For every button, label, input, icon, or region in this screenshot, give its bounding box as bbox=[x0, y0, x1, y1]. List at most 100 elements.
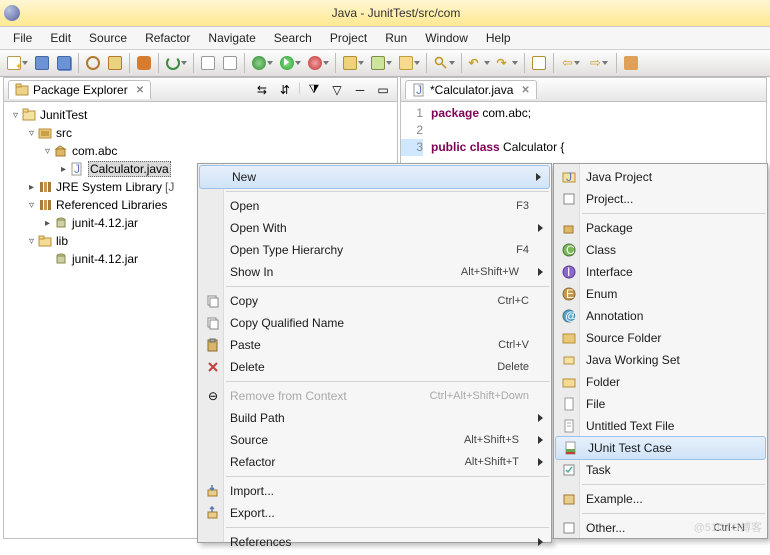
new-file[interactable]: File bbox=[554, 393, 767, 415]
toolbar-btn[interactable] bbox=[198, 53, 218, 73]
pin-button[interactable] bbox=[621, 53, 641, 73]
menu-file[interactable]: File bbox=[4, 29, 41, 47]
new-project[interactable]: Project... bbox=[554, 188, 767, 210]
menu-copy[interactable]: CopyCtrl+C bbox=[198, 290, 551, 312]
search-button[interactable] bbox=[431, 53, 457, 73]
toolbar-btn[interactable] bbox=[529, 53, 549, 73]
package-explorer-tab[interactable]: Package Explorer ✕ bbox=[8, 80, 151, 99]
interface-icon: I bbox=[558, 265, 580, 279]
folder-icon bbox=[558, 375, 580, 389]
export-icon bbox=[202, 506, 224, 520]
context-menu[interactable]: New OpenF3 Open With Open Type Hierarchy… bbox=[197, 163, 552, 543]
save-all-button[interactable] bbox=[54, 53, 74, 73]
new-package-button[interactable] bbox=[340, 53, 366, 73]
new-class-button[interactable] bbox=[368, 53, 394, 73]
svg-text:J: J bbox=[74, 162, 80, 176]
new-source-folder[interactable]: Source Folder bbox=[554, 327, 767, 349]
new-untitled-file[interactable]: Untitled Text File bbox=[554, 415, 767, 437]
package-icon bbox=[558, 221, 580, 235]
new-junit-test-case[interactable]: JUnit Test Case bbox=[555, 436, 766, 460]
menu-edit[interactable]: Edit bbox=[41, 29, 80, 47]
menu-open-type-hierarchy[interactable]: Open Type HierarchyF4 bbox=[198, 239, 551, 261]
svg-text:I: I bbox=[567, 265, 570, 279]
menu-paste[interactable]: PasteCtrl+V bbox=[198, 334, 551, 356]
menu-help[interactable]: Help bbox=[477, 29, 520, 47]
new-interface[interactable]: IInterface bbox=[554, 261, 767, 283]
new-submenu[interactable]: JJava Project Project... Package CClass … bbox=[553, 163, 768, 539]
jar-icon bbox=[53, 215, 69, 231]
new-task[interactable]: Task bbox=[554, 459, 767, 481]
other-icon bbox=[558, 521, 580, 535]
menu-window[interactable]: Window bbox=[416, 29, 477, 47]
junit-icon bbox=[560, 441, 582, 455]
code-area[interactable]: package com.abc; public class Calculator… bbox=[431, 102, 564, 156]
task-icon bbox=[558, 463, 580, 477]
back-button[interactable]: ⇦ bbox=[558, 53, 584, 73]
code-editor[interactable]: 1 2 3 package com.abc; public class Calc… bbox=[401, 102, 766, 156]
menu-remove-context: ⊖Remove from ContextCtrl+Alt+Shift+Down bbox=[198, 385, 551, 407]
new-enum[interactable]: EEnum bbox=[554, 283, 767, 305]
close-tab-icon[interactable]: ✕ bbox=[521, 85, 529, 96]
run-ext-button[interactable] bbox=[305, 53, 331, 73]
menu-search[interactable]: Search bbox=[265, 29, 321, 47]
new-folder[interactable]: Folder bbox=[554, 371, 767, 393]
svg-text:J: J bbox=[416, 83, 422, 97]
new-working-set[interactable]: Java Working Set bbox=[554, 349, 767, 371]
toolbar-btn[interactable] bbox=[220, 53, 240, 73]
nav-next-button[interactable]: ↷ bbox=[494, 53, 520, 73]
toolbar-btn[interactable] bbox=[83, 53, 103, 73]
example-icon bbox=[558, 492, 580, 506]
class-icon: C bbox=[558, 243, 580, 257]
jar-icon bbox=[53, 251, 69, 267]
new-button[interactable]: + bbox=[4, 53, 30, 73]
new-example[interactable]: Example... bbox=[554, 488, 767, 510]
refresh-button[interactable] bbox=[163, 53, 189, 73]
menu-navigate[interactable]: Navigate bbox=[199, 29, 264, 47]
paste-icon bbox=[202, 338, 224, 352]
menu-copy-qualified[interactable]: Copy Qualified Name bbox=[198, 312, 551, 334]
tree-package[interactable]: ▿com.abc bbox=[6, 142, 395, 160]
save-button[interactable] bbox=[32, 53, 52, 73]
filter-icon[interactable]: ⧩ bbox=[304, 80, 324, 100]
tree-src[interactable]: ▿src bbox=[6, 124, 395, 142]
menu-import[interactable]: Import... bbox=[198, 480, 551, 502]
menu-run[interactable]: Run bbox=[376, 29, 416, 47]
new-package[interactable]: Package bbox=[554, 217, 767, 239]
title-bar: Java - JunitTest/src/com bbox=[0, 0, 770, 27]
forward-button[interactable]: ⇨ bbox=[586, 53, 612, 73]
menu-references[interactable]: References bbox=[198, 531, 551, 553]
view-menu-icon[interactable]: ▽ bbox=[327, 80, 347, 100]
link-editor-icon[interactable]: ⇵ bbox=[275, 80, 295, 100]
menu-build-path[interactable]: Build Path bbox=[198, 407, 551, 429]
maximize-icon[interactable]: ▭ bbox=[373, 80, 393, 100]
nav-prev-button[interactable]: ↶ bbox=[466, 53, 492, 73]
menu-refactor[interactable]: Refactor bbox=[136, 29, 199, 47]
menu-new[interactable]: New bbox=[199, 165, 550, 189]
toolbar-btn[interactable] bbox=[134, 53, 154, 73]
close-tab-icon[interactable]: ✕ bbox=[136, 85, 144, 96]
menu-show-in[interactable]: Show InAlt+Shift+W bbox=[198, 261, 551, 283]
menu-open[interactable]: OpenF3 bbox=[198, 195, 551, 217]
editor-tab[interactable]: J *Calculator.java ✕ bbox=[405, 80, 537, 99]
project-icon bbox=[21, 107, 37, 123]
annotation-icon: @ bbox=[558, 309, 580, 323]
menu-source[interactable]: SourceAlt+Shift+S bbox=[198, 429, 551, 451]
tree-project[interactable]: ▿JunitTest bbox=[6, 106, 395, 124]
menu-bar[interactable]: File Edit Source Refactor Navigate Searc… bbox=[0, 27, 770, 49]
menu-open-with[interactable]: Open With bbox=[198, 217, 551, 239]
minimize-icon[interactable]: ─ bbox=[350, 80, 370, 100]
new-annotation[interactable]: @Annotation bbox=[554, 305, 767, 327]
window-title: Java - JunitTest/src/com bbox=[26, 6, 766, 20]
menu-refactor[interactable]: RefactorAlt+Shift+T bbox=[198, 451, 551, 473]
new-class[interactable]: CClass bbox=[554, 239, 767, 261]
debug-button[interactable] bbox=[249, 53, 275, 73]
collapse-all-icon[interactable]: ⇆ bbox=[252, 80, 272, 100]
new-folder-button[interactable] bbox=[396, 53, 422, 73]
menu-source[interactable]: Source bbox=[80, 29, 136, 47]
toolbar-btn[interactable] bbox=[105, 53, 125, 73]
run-button[interactable] bbox=[277, 53, 303, 73]
menu-delete[interactable]: DeleteDelete bbox=[198, 356, 551, 378]
menu-export[interactable]: Export... bbox=[198, 502, 551, 524]
menu-project[interactable]: Project bbox=[321, 29, 376, 47]
new-java-project[interactable]: JJava Project bbox=[554, 166, 767, 188]
